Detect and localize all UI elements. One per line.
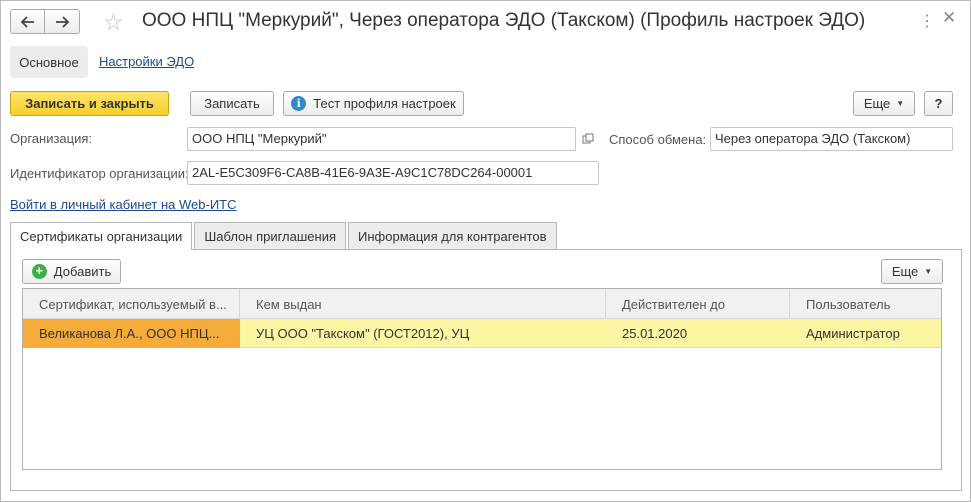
tab-counterparty-info-label: Информация для контрагентов — [358, 228, 547, 244]
exchange-method-label: Способ обмена: — [609, 132, 707, 147]
test-profile-button[interactable]: i Тест профиля настроек — [283, 91, 464, 116]
table-more-button[interactable]: Еще ▼ — [881, 259, 943, 284]
tab-bar: Сертификаты организации Шаблон приглашен… — [10, 222, 559, 250]
section-edo-settings-link[interactable]: Настройки ЭДО — [99, 54, 194, 69]
more-dots-icon[interactable]: ⋮ — [919, 11, 935, 31]
arrow-right-icon — [56, 15, 69, 28]
save-label: Записать — [204, 96, 260, 111]
forward-button[interactable] — [45, 9, 80, 34]
tab-invitation-template[interactable]: Шаблон приглашения — [194, 222, 347, 249]
add-label: Добавить — [53, 264, 112, 279]
help-button[interactable]: ? — [924, 91, 953, 116]
open-link-icon[interactable] — [582, 133, 594, 145]
navigation-buttons — [10, 9, 80, 34]
plus-icon: + — [31, 264, 47, 279]
exchange-method-field[interactable]: Через оператора ЭДО (Такском) — [710, 127, 953, 151]
tab-certificates-label: Сертификаты организации — [20, 229, 183, 244]
organization-label: Организация: — [10, 131, 93, 146]
column-header-issuer[interactable]: Кем выдан — [240, 289, 606, 319]
table-row[interactable]: Великанова Л.А., ООО НПЦ... УЦ ООО "Такс… — [23, 319, 941, 348]
table-more-label: Еще — [891, 264, 919, 279]
chevron-down-icon: ▼ — [924, 267, 933, 276]
tab-counterparty-info[interactable]: Информация для контрагентов — [348, 222, 557, 249]
cell-issuer[interactable]: УЦ ООО "Такском" (ГОСТ2012), УЦ — [240, 319, 606, 348]
back-button[interactable] — [10, 9, 45, 34]
tab-invitation-template-label: Шаблон приглашения — [204, 228, 337, 244]
close-icon[interactable]: ✕ — [942, 8, 956, 28]
help-label: ? — [934, 96, 943, 111]
tab-certificates[interactable]: Сертификаты организации — [10, 222, 193, 250]
add-certificate-button[interactable]: + Добавить — [22, 259, 121, 284]
table-header: Сертификат, используемый в... Кем выдан … — [23, 289, 941, 319]
section-main-label: Основное — [19, 54, 79, 70]
save-and-close-button[interactable]: Записать и закрыть — [10, 91, 169, 116]
page-title: ООО НПЦ "Меркурий", Через оператора ЭДО … — [142, 10, 866, 31]
save-and-close-label: Записать и закрыть — [25, 96, 154, 111]
save-button[interactable]: Записать — [190, 91, 274, 116]
section-main[interactable]: Основное — [10, 46, 88, 78]
info-icon: i — [291, 96, 307, 111]
cell-valid-until[interactable]: 25.01.2020 — [606, 319, 790, 348]
organization-field[interactable]: ООО НПЦ "Меркурий" — [187, 127, 576, 151]
certificates-table: Сертификат, используемый в... Кем выдан … — [22, 288, 942, 470]
more-label: Еще — [863, 96, 891, 111]
chevron-down-icon: ▼ — [896, 99, 905, 108]
web-its-link[interactable]: Войти в личный кабинет на Web-ИТС — [10, 197, 237, 212]
test-profile-label: Тест профиля настроек — [313, 96, 456, 111]
star-icon[interactable]: ☆ — [103, 10, 127, 34]
org-id-field[interactable]: 2AL-E5C309F6-CA8B-41E6-9A3E-A9C1C78DC264… — [187, 161, 599, 185]
org-id-label: Идентификатор организации: — [10, 166, 189, 181]
column-header-certificate[interactable]: Сертификат, используемый в... — [23, 289, 240, 319]
arrow-left-icon — [20, 15, 34, 28]
column-header-valid-until[interactable]: Действителен до — [606, 289, 790, 319]
form-window: ☆ ООО НПЦ "Меркурий", Через оператора ЭД… — [0, 0, 971, 502]
cell-user[interactable]: Администратор — [790, 319, 941, 348]
column-header-user[interactable]: Пользователь — [790, 289, 941, 319]
more-button[interactable]: Еще ▼ — [853, 91, 915, 116]
cell-certificate[interactable]: Великанова Л.А., ООО НПЦ... — [23, 319, 240, 348]
